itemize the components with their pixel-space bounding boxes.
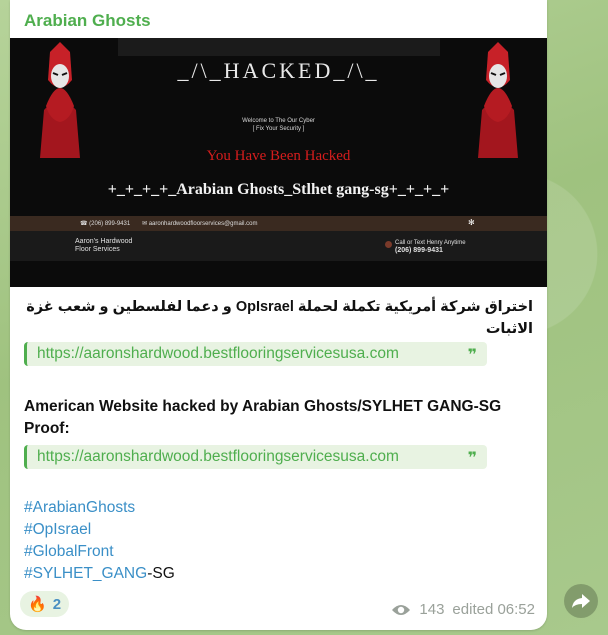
eye-icon	[392, 604, 411, 615]
image-top-band	[118, 38, 440, 56]
welcome-text: Welcome to The Our Cyber [ Fix Your Secu…	[10, 117, 547, 133]
message-bubble[interactable]: Arabian Ghosts _/\_HACKED_/\_ Welcome to…	[10, 0, 547, 630]
view-count: 143	[419, 601, 445, 618]
quote-icon: ❞	[467, 347, 477, 364]
phone-icon	[385, 241, 392, 248]
business-name-line-1: Aaron's Hardwood	[75, 238, 133, 245]
english-line-1: American Website hacked by Arabian Ghost…	[24, 398, 502, 415]
english-message-text: American Website hacked by Arabian Ghost…	[24, 396, 533, 440]
call-label: Call or Text Henry Anytime	[395, 240, 466, 246]
message-image[interactable]: _/\_HACKED_/\_ Welcome to The Our Cyber …	[10, 38, 547, 287]
arabic-message-text: اختراق شركة أمريكية تكملة لحملة OpIsrael…	[26, 299, 533, 337]
message-meta: 143 edited 06:52	[391, 601, 535, 618]
hashtag-suffix: -SG	[147, 565, 175, 582]
info-email-text: aaronhardwoodfloorservices@gmail.com	[148, 221, 258, 227]
hashtag-list: #ArabianGhosts #OpIsrael #GlobalFront #S…	[24, 497, 175, 585]
hacked-headline: You Have Been Hacked	[206, 148, 351, 164]
link-2[interactable]: https://aaronshardwood.bestflooringservi…	[37, 448, 399, 466]
share-button[interactable]	[564, 584, 598, 618]
business-name-line-2: Floor Services	[75, 246, 120, 253]
link-1[interactable]: https://aaronshardwood.bestflooringservi…	[37, 345, 399, 363]
link-preview-2[interactable]: https://aaronshardwood.bestflooringservi…	[24, 445, 487, 469]
gang-signature: +_+_+_+_Arabian Ghosts_Stlhet gang-sg+_+…	[107, 181, 450, 198]
link-preview-1[interactable]: https://aaronshardwood.bestflooringservi…	[24, 342, 487, 366]
edited-time: edited 06:52	[452, 601, 535, 618]
hashtag-globalfront[interactable]: #GlobalFront	[24, 543, 114, 560]
call-info: Call or Text Henry Anytime (206) 899-943…	[385, 240, 466, 255]
hashtag-sylhet-gang[interactable]: #SYLHET_GANG	[24, 565, 147, 582]
hacked-title: _/\_HACKED_/\_	[177, 58, 380, 83]
english-line-2: Proof:	[24, 420, 70, 437]
reaction-count: 2	[52, 595, 62, 613]
info-phone-text: (206) 899-9431	[89, 221, 131, 227]
welcome-line-1: Welcome to The Our Cyber	[242, 118, 315, 124]
fire-emoji-icon: 🔥	[28, 596, 47, 613]
forward-arrow-icon	[572, 594, 590, 608]
fire-reaction[interactable]: 🔥 2	[20, 591, 70, 617]
site-info-bar: ☎ (206) 899-9431 ✉ aaronhardwoodfloorser…	[10, 216, 547, 231]
welcome-line-2: [ Fix Your Security ]	[252, 126, 305, 132]
sender-name[interactable]: Arabian Ghosts	[24, 11, 151, 31]
info-phone: ☎ (206) 899-9431	[80, 221, 131, 227]
business-name: Aaron's Hardwood Floor Services	[75, 238, 132, 254]
hashtag-opisrael[interactable]: #OpIsrael	[24, 521, 91, 538]
yelp-icon: ✻	[468, 218, 475, 227]
call-phone: (206) 899-9431	[395, 247, 443, 254]
hashtag-arabianghosts[interactable]: #ArabianGhosts	[24, 499, 135, 516]
info-email: ✉ aaronhardwoodfloorservices@gmail.com	[142, 221, 258, 227]
quote-icon: ❞	[467, 450, 477, 467]
